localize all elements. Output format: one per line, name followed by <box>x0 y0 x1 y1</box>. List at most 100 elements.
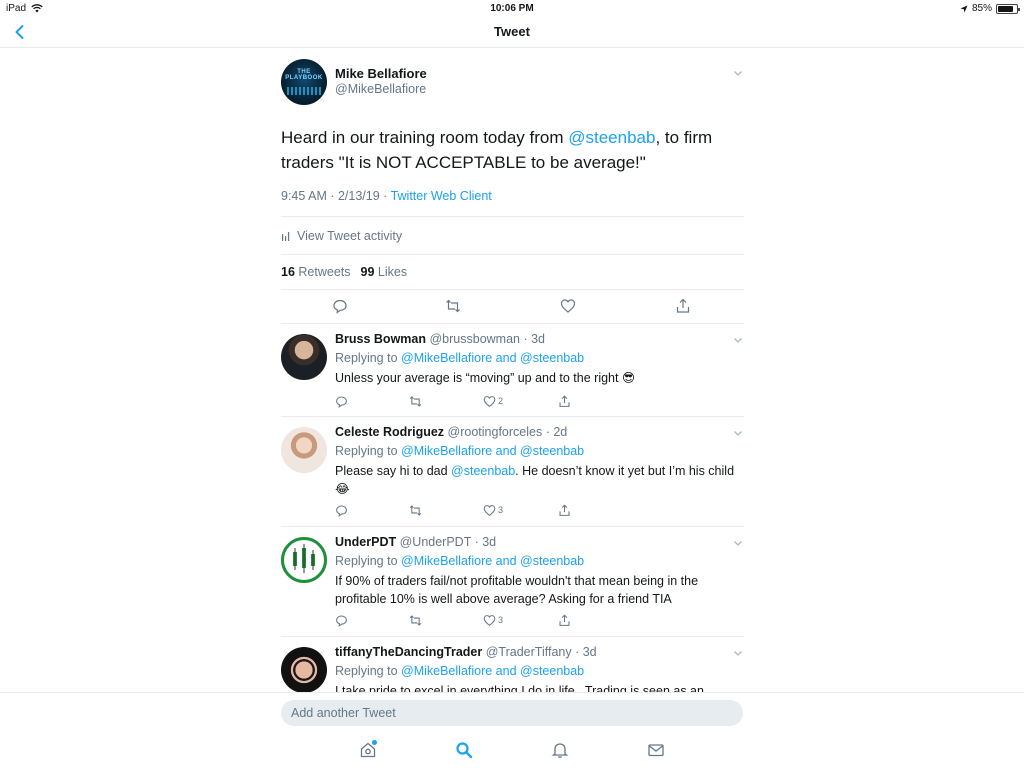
avatar[interactable] <box>281 334 327 380</box>
heart-icon[interactable] <box>483 504 496 517</box>
likes-stat[interactable]: 99 Likes <box>361 265 408 279</box>
share-icon[interactable] <box>558 395 571 408</box>
reply-time: 3d <box>482 535 497 549</box>
reply-icon[interactable] <box>335 504 348 517</box>
reply-handle[interactable]: @rootingforceles <box>448 425 543 439</box>
chevron-down-icon[interactable] <box>732 537 744 549</box>
tab-bar <box>0 733 1024 768</box>
new-content-indicator <box>372 740 377 745</box>
retweets-stat[interactable]: 16 Retweets <box>281 265 351 279</box>
avatar[interactable]: THE PLAYBOOK <box>281 59 327 105</box>
replying-label: Replying to <box>335 664 402 678</box>
tweet-source-link[interactable]: Twitter Web Client <box>391 189 492 203</box>
mention-link[interactable]: @steenbab <box>568 128 655 147</box>
reply-text: Please say hi to dad @steenbab. He doesn… <box>335 462 735 498</box>
reply-text-before: If 90% of traders fail/not profitable wo… <box>335 574 699 606</box>
share-icon[interactable] <box>558 614 571 627</box>
reply-actions: 2 <box>335 395 575 411</box>
replying-to-links[interactable]: @MikeBellafiore and @steenbab <box>401 554 584 568</box>
tweet-column: THE PLAYBOOK Mike Bellafiore @MikeBellaf… <box>281 49 744 692</box>
heart-icon[interactable] <box>483 614 496 627</box>
reply-actions: 3 <box>335 504 575 520</box>
author-name[interactable]: Mike Bellafiore <box>335 66 427 81</box>
reply-header: Bruss Bowman @brussbowman · 3d <box>335 332 545 346</box>
heart-icon[interactable] <box>483 395 496 408</box>
reply-text: I take pride to excel in everything I do… <box>335 682 735 692</box>
battery-fill <box>998 5 1014 12</box>
like-count: 3 <box>498 615 504 625</box>
chevron-down-icon[interactable] <box>732 334 744 346</box>
retweet-count: 16 <box>281 265 295 279</box>
activity-chart-icon <box>282 231 290 241</box>
main-tweet: THE PLAYBOOK Mike Bellafiore @MikeBellaf… <box>281 49 744 323</box>
like-count: 99 <box>360 265 375 279</box>
reply-handle[interactable]: @brussbowman <box>429 332 520 346</box>
replying-to: Replying to @MikeBellafiore and @steenba… <box>335 664 584 678</box>
replying-label: Replying to <box>335 351 402 365</box>
avatar[interactable] <box>281 427 327 473</box>
list-item[interactable]: Celeste Rodriguez @rootingforceles · 2d … <box>281 416 744 526</box>
avatar-text: THE PLAYBOOK <box>285 69 323 81</box>
avatar[interactable] <box>281 647 327 692</box>
reply-handle[interactable]: @UnderPDT <box>400 535 472 549</box>
list-item[interactable]: Bruss Bowman @brussbowman · 3d Replying … <box>281 323 744 416</box>
replying-to-links[interactable]: @MikeBellafiore and @steenbab <box>401 444 584 458</box>
chevron-down-icon[interactable] <box>732 647 744 659</box>
candlestick-logo <box>293 544 315 573</box>
list-item[interactable]: UnderPDT @UnderPDT · 3d Replying to @Mik… <box>281 526 744 636</box>
add-tweet-input[interactable]: Add another Tweet <box>281 700 743 726</box>
reply-name[interactable]: Bruss Bowman <box>335 332 426 346</box>
reply-separator: · <box>571 645 583 659</box>
compose-area: Add another Tweet <box>0 692 1024 768</box>
reply-icon[interactable] <box>335 395 348 408</box>
share-icon[interactable] <box>675 298 691 314</box>
notifications-icon[interactable] <box>551 741 569 759</box>
reply-actions: 3 <box>335 614 575 630</box>
status-bar: iPad 10:06 PM 85% <box>0 0 1024 16</box>
messages-icon[interactable] <box>647 741 665 759</box>
chevron-down-icon[interactable] <box>732 427 744 439</box>
retweet-icon[interactable] <box>409 395 422 408</box>
reply-name[interactable]: UnderPDT <box>335 535 396 549</box>
retweet-label: Retweets <box>298 265 351 279</box>
like-count: 2 <box>498 396 504 406</box>
replying-to: Replying to @MikeBellafiore and @steenba… <box>335 554 584 568</box>
reply-header: UnderPDT @UnderPDT · 3d <box>335 535 496 549</box>
like-label: Likes <box>377 265 408 279</box>
search-icon[interactable] <box>455 741 473 759</box>
reply-name[interactable]: tiffanyTheDancingTrader <box>335 645 482 659</box>
replying-label: Replying to <box>335 554 402 568</box>
tweet-detail[interactable]: THE PLAYBOOK Mike Bellafiore @MikeBellaf… <box>0 49 1024 692</box>
retweet-icon[interactable] <box>409 504 422 517</box>
list-item[interactable]: tiffanyTheDancingTrader @TraderTiffany ·… <box>281 636 744 692</box>
battery-icon <box>996 3 1020 14</box>
reply-header: Celeste Rodriguez @rootingforceles · 2d <box>335 425 567 439</box>
activity-label: View Tweet activity <box>297 228 403 243</box>
retweet-icon[interactable] <box>445 298 461 314</box>
author-handle[interactable]: @MikeBellafiore <box>335 82 426 96</box>
tweet-text-before: Heard in our training room today from <box>281 128 569 147</box>
reply-text-before: Please say hi to dad <box>335 464 452 478</box>
reply-name[interactable]: Celeste Rodriguez <box>335 425 444 439</box>
replying-to-links[interactable]: @MikeBellafiore and @steenbab <box>401 351 584 365</box>
like-count: 3 <box>498 505 504 515</box>
avatar-graphic <box>287 87 321 95</box>
reply-icon[interactable] <box>335 614 348 627</box>
tweet-timestamp: 9:45 AM · 2/13/19 · <box>281 189 391 203</box>
tweet-activity-link[interactable]: View Tweet activity <box>281 217 744 254</box>
avatar[interactable] <box>281 537 327 583</box>
status-time: 10:06 PM <box>490 3 534 14</box>
retweet-icon[interactable] <box>409 614 422 627</box>
heart-icon[interactable] <box>560 298 576 314</box>
status-right: 85% <box>960 3 1020 14</box>
nav-bar: Tweet <box>0 16 1024 48</box>
share-icon[interactable] <box>558 504 571 517</box>
mention-link[interactable]: @steenbab <box>451 464 515 478</box>
replying-to-links[interactable]: @MikeBellafiore and @steenbab <box>401 664 584 678</box>
reply-icon[interactable] <box>332 298 348 314</box>
reply-time: 3d <box>531 332 546 346</box>
replying-to: Replying to @MikeBellafiore and @steenba… <box>335 351 584 365</box>
reply-text: Unless your average is “moving” up and t… <box>335 369 735 387</box>
reply-handle[interactable]: @TraderTiffany <box>486 645 572 659</box>
chevron-down-icon[interactable] <box>732 67 744 79</box>
